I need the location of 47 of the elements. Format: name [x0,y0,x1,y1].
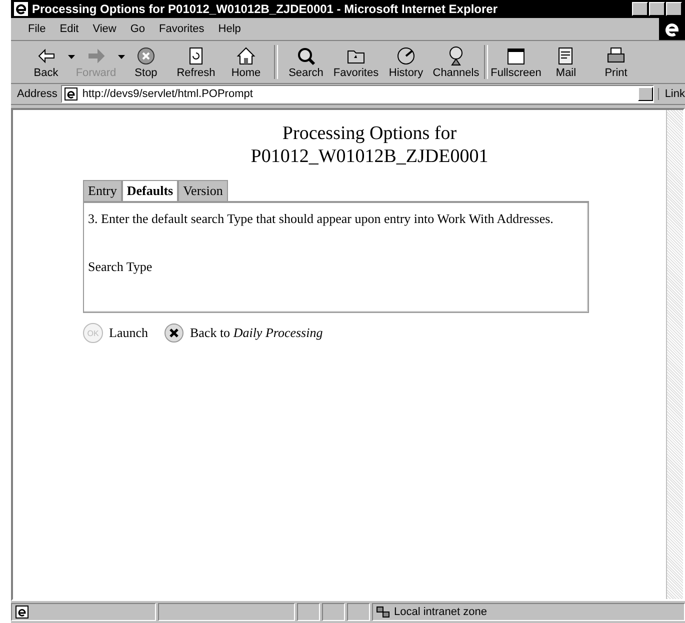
stop-icon [135,45,157,67]
status-panel [347,603,370,621]
toolbar-button[interactable]: Home [221,41,271,83]
toolbar-button[interactable]: Stop [121,41,171,83]
page-icon [15,605,29,619]
toolbar-button[interactable]: Fullscreen [491,41,541,83]
close-button[interactable] [666,2,682,16]
field-label: Search Type [88,259,152,275]
toolbar-button[interactable]: Print [591,41,641,83]
address-label: Address [17,88,58,100]
menu-item[interactable]: File [21,23,53,35]
toolbar-button[interactable]: History [381,41,431,83]
page-heading: Processing Options for [281,122,458,145]
search-icon [295,45,317,67]
menu-item[interactable]: Edit [52,23,86,35]
links-button[interactable]: Link [658,88,685,100]
status-panel [297,603,320,621]
toolbar-button[interactable]: Mail [541,41,591,83]
toolbar-button[interactable]: Search [281,41,331,83]
status-panel [322,603,345,621]
toolbar-button[interactable]: Back [21,41,71,83]
menu-item[interactable]: Favorites [152,23,212,35]
scrollbar[interactable] [666,110,683,599]
home-icon [235,45,257,67]
maximize-button[interactable] [649,2,665,16]
page-heading: P01012_W01012B_ZJDE0001 [250,145,490,168]
minimize-button[interactable] [632,2,648,16]
toolbar-button[interactable]: Refresh [171,41,221,83]
tab[interactable]: Defaults [122,180,178,202]
cancel-icon[interactable] [164,323,184,343]
tab[interactable]: Entry [83,180,122,202]
clock-icon [395,45,417,67]
action-link[interactable]: Back to Daily Processing [190,325,323,341]
toolbar-button[interactable]: Channels [431,41,481,83]
tab[interactable]: Version [178,180,228,202]
menu-item[interactable]: Go [123,23,152,35]
option-description: 3. Enter the default search Type that should appear upon entry into Work With Addresses. [88,211,554,227]
dropdown-arrow-icon[interactable] [68,55,75,60]
page-icon [64,87,78,101]
menu-item[interactable]: Help [211,23,248,35]
menu-item[interactable]: View [86,23,124,35]
toolbar-button[interactable]: Favorites [331,41,381,83]
zone-label: Local intranet zone [394,606,487,618]
dropdown-button[interactable] [638,87,653,101]
network-icon [376,605,390,619]
address-field[interactable]: http://devs9/servlet/html.POPrompt [61,85,654,103]
window-title: Processing Options for P01012_W01012B_ZJDE0001 - Microsoft Internet Explorer [32,2,498,16]
